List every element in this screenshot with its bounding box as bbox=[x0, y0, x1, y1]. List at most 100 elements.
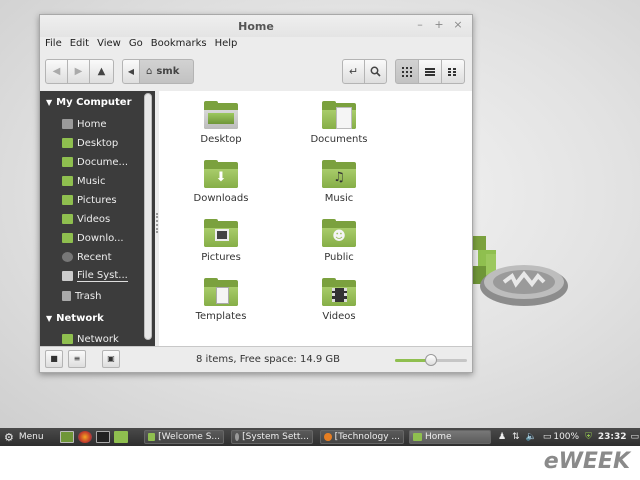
user-icon[interactable]: ♟ bbox=[498, 432, 506, 442]
sidebar-item-recent[interactable]: Recent bbox=[62, 248, 112, 266]
battery-icon[interactable]: ▭ bbox=[543, 432, 552, 442]
file-item-desktop[interactable]: Desktop bbox=[176, 101, 266, 145]
tree-icon: ≡ bbox=[73, 354, 81, 363]
file-item-templates[interactable]: Templates bbox=[176, 278, 266, 322]
sidebar-item-documents[interactable]: Docume... bbox=[62, 153, 128, 171]
clock[interactable]: 23:32 bbox=[598, 432, 627, 442]
file-view: Desktop Documents ⬇ Downloads ♫ Music Pi… bbox=[159, 91, 472, 346]
sidebar-item-file-system[interactable]: File Syst... bbox=[62, 267, 128, 285]
sidebar-item-label: Trash bbox=[75, 290, 102, 302]
location-home-button[interactable]: ⌂ smk bbox=[139, 59, 194, 84]
folder-icon[interactable] bbox=[114, 431, 128, 443]
firefox-icon bbox=[324, 433, 332, 441]
menu-edit[interactable]: Edit bbox=[70, 37, 89, 53]
sidebar-item-music[interactable]: Music bbox=[62, 172, 105, 190]
folder-icon: ■ bbox=[50, 354, 58, 363]
sidebar-item-pictures[interactable]: Pictures bbox=[62, 191, 117, 209]
close-button[interactable]: × bbox=[451, 18, 465, 32]
zoom-slider[interactable] bbox=[395, 354, 467, 366]
location-label: smk bbox=[156, 66, 180, 77]
sidebar-item-label: Music bbox=[77, 175, 106, 187]
sidebar-item-label: Docume... bbox=[77, 156, 129, 168]
show-desktop-icon[interactable]: ▭ bbox=[631, 432, 640, 442]
show-desktop-icon[interactable] bbox=[60, 431, 74, 443]
icon-view-button[interactable] bbox=[395, 59, 419, 84]
sidebar-item-label: Videos bbox=[77, 213, 111, 225]
arrow-up-icon: ▲ bbox=[97, 66, 106, 77]
sidebar-item-home[interactable]: Home bbox=[62, 115, 107, 133]
network-icon[interactable]: ⇅ bbox=[512, 432, 520, 442]
task-label: [Welcome S... bbox=[158, 432, 220, 442]
sidebar-item-downloads[interactable]: Downlo... bbox=[62, 229, 124, 247]
pictures-folder-icon bbox=[62, 195, 73, 205]
public-folder-icon: ☻ bbox=[322, 219, 356, 247]
documents-folder-icon bbox=[322, 101, 356, 129]
file-item-downloads[interactable]: ⬇ Downloads bbox=[176, 160, 266, 204]
videos-folder-icon bbox=[322, 278, 356, 306]
list-view-button[interactable] bbox=[418, 59, 442, 84]
volume-icon[interactable]: 🔈 bbox=[526, 432, 537, 442]
menu-bookmarks[interactable]: Bookmarks bbox=[151, 37, 207, 53]
search-button[interactable] bbox=[364, 59, 387, 84]
search-icon bbox=[370, 66, 381, 77]
network-icon bbox=[62, 334, 73, 344]
grid-icon bbox=[402, 66, 412, 77]
status-text: 8 items, Free space: 14.9 GB bbox=[196, 354, 341, 365]
forward-button[interactable]: ▶ bbox=[67, 59, 90, 84]
terminal-icon[interactable] bbox=[96, 431, 110, 443]
expander-icon: ▼ bbox=[46, 314, 53, 323]
quick-launch bbox=[60, 430, 128, 444]
task-technology[interactable]: [Technology ... bbox=[320, 430, 404, 444]
file-item-documents[interactable]: Documents bbox=[294, 101, 384, 145]
path-previous-button[interactable]: ◀ bbox=[122, 59, 140, 84]
file-item-videos[interactable]: Videos bbox=[294, 278, 384, 322]
file-item-public[interactable]: ☻ Public bbox=[294, 219, 384, 263]
task-welcome[interactable]: [Welcome S... bbox=[144, 430, 224, 444]
videos-folder-icon bbox=[62, 214, 73, 224]
hide-sidebar-button[interactable]: ▣ bbox=[102, 350, 120, 368]
sidebar-section-my-computer[interactable]: ▼ My Computer bbox=[46, 97, 132, 108]
back-button[interactable]: ◀ bbox=[45, 59, 68, 84]
compact-view-button[interactable] bbox=[441, 59, 465, 84]
sidebar-item-label: Pictures bbox=[77, 194, 117, 206]
menu-file[interactable]: File bbox=[45, 37, 62, 53]
sidebar-item-trash[interactable]: Trash bbox=[62, 287, 101, 305]
toggle-location-button[interactable]: ↵ bbox=[342, 59, 365, 84]
firefox-icon[interactable] bbox=[78, 431, 92, 443]
taskbar: ⚙ Menu [Welcome S... [System Sett... [Tec… bbox=[0, 428, 640, 446]
menu-help[interactable]: Help bbox=[215, 37, 238, 53]
file-item-music[interactable]: ♫ Music bbox=[294, 160, 384, 204]
sidebar-item-videos[interactable]: Videos bbox=[62, 210, 110, 228]
task-system-settings[interactable]: [System Sett... bbox=[231, 430, 313, 444]
file-item-label: Pictures bbox=[201, 252, 241, 263]
shield-icon[interactable]: ⛨ bbox=[585, 432, 592, 442]
pane-resize-grip[interactable] bbox=[156, 213, 158, 233]
file-item-label: Templates bbox=[195, 311, 247, 322]
documents-folder-icon bbox=[62, 157, 73, 167]
battery-percent: 100% bbox=[553, 432, 580, 442]
menu-button[interactable]: ⚙ Menu bbox=[4, 430, 44, 444]
sidebar-item-desktop[interactable]: Desktop bbox=[62, 134, 118, 152]
task-label: [System Sett... bbox=[242, 432, 309, 442]
up-button[interactable]: ▲ bbox=[89, 59, 114, 84]
maximize-button[interactable]: + bbox=[432, 18, 446, 32]
task-home[interactable]: Home bbox=[409, 430, 491, 444]
minimize-button[interactable]: – bbox=[413, 18, 427, 32]
menu-go[interactable]: Go bbox=[129, 37, 143, 53]
sidebar-section-network[interactable]: ▼ Network bbox=[46, 313, 104, 324]
task-label: Home bbox=[425, 432, 452, 442]
sidebar-scrollbar[interactable] bbox=[144, 93, 152, 340]
zoom-slider-handle[interactable] bbox=[425, 354, 437, 366]
sidebar-item-label: Home bbox=[77, 118, 107, 130]
file-item-label: Public bbox=[324, 252, 354, 263]
show-places-button[interactable]: ■ bbox=[45, 350, 63, 368]
brand-bar: eWEEK bbox=[0, 446, 640, 480]
file-item-label: Documents bbox=[310, 134, 368, 145]
menu-view[interactable]: View bbox=[97, 37, 121, 53]
file-item-pictures[interactable]: Pictures bbox=[176, 219, 266, 263]
sidebar-item-label: Desktop bbox=[77, 137, 119, 149]
show-treeview-button[interactable]: ≡ bbox=[68, 350, 86, 368]
pictures-folder-icon bbox=[204, 219, 238, 247]
window-titlebar[interactable]: Home – + × bbox=[40, 15, 472, 37]
file-item-label: Desktop bbox=[200, 134, 242, 145]
